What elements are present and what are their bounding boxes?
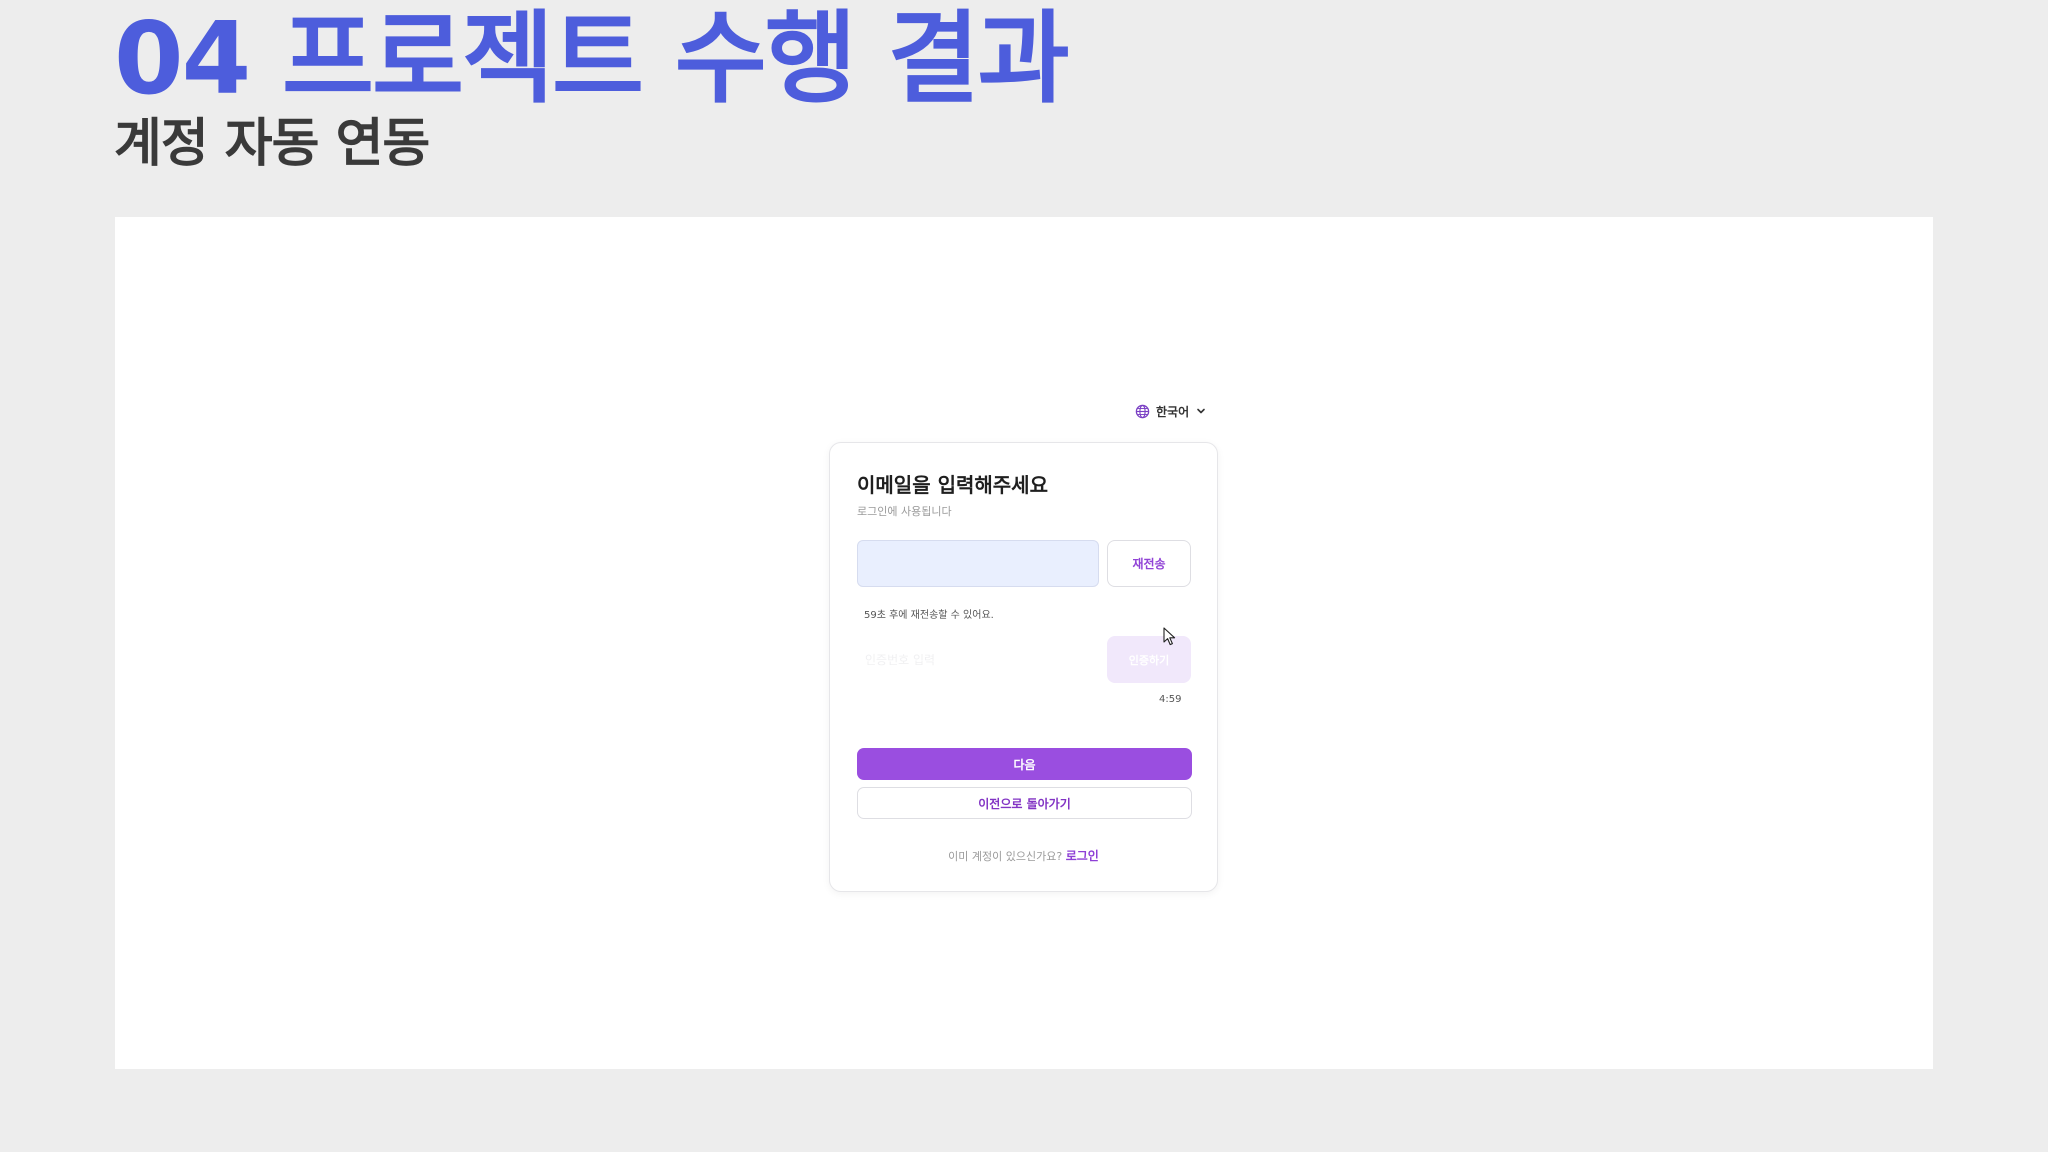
next-button[interactable]: 다음 [857,748,1192,780]
verification-timer: 4:59 [1159,694,1182,705]
chevron-down-icon [1195,405,1207,417]
verification-code-input[interactable] [857,636,1099,683]
signup-card: 이메일을 입력해주세요 로그인에 사용됩니다 재전송 59초 후에 재전송할 수… [829,442,1218,892]
resend-button[interactable]: 재전송 [1107,540,1191,587]
form-subtitle: 로그인에 사용됩니다 [857,505,952,518]
globe-icon [1135,404,1150,419]
verify-button[interactable]: 인증하기 [1107,636,1191,683]
form-title: 이메일을 입력해주세요 [857,473,1048,497]
resend-countdown-note: 59초 후에 재전송할 수 있어요. [864,610,994,621]
slide-subtitle: 계정 자동 연동 [114,114,430,174]
language-label: 한국어 [1156,404,1190,419]
login-prompt: 이미 계정이 있으신가요? 로그인 [830,847,1217,864]
language-selector[interactable]: 한국어 [1135,401,1207,421]
login-prompt-text: 이미 계정이 있으신가요? [948,850,1063,863]
slide-title: 04 프로젝트 수행 결과 [114,0,1070,117]
mouse-cursor-icon [1163,627,1177,647]
login-link[interactable]: 로그인 [1066,849,1099,863]
back-button[interactable]: 이전으로 돌아가기 [857,787,1192,819]
email-input[interactable] [857,540,1099,587]
